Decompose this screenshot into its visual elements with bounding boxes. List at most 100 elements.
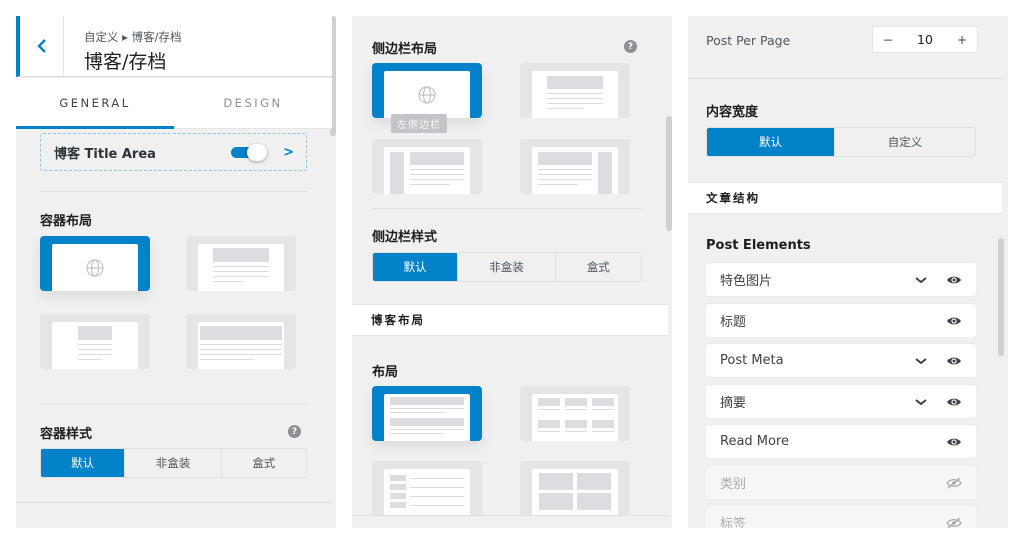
sidebar-style-default[interactable]: 默认	[373, 253, 459, 281]
blog-layout-option-thumbnail-list[interactable]	[372, 461, 482, 516]
page-title: 博客/存档	[84, 51, 167, 73]
sidebar-style-boxed[interactable]: 盒式	[556, 253, 641, 281]
chevron-down-icon[interactable]	[914, 397, 928, 407]
layout-option-wide[interactable]	[186, 314, 296, 369]
panel-scrollbar[interactable]	[998, 238, 1004, 356]
blog-layout-option-list[interactable]	[372, 386, 482, 441]
divider	[40, 404, 307, 405]
content-width-selector: 默认 自定义	[706, 127, 976, 157]
divider	[16, 502, 332, 503]
post-element-label: Read More	[720, 434, 790, 449]
option-preview	[532, 469, 618, 516]
post-element-label: Post Meta	[720, 353, 784, 368]
sidebar-layout-title: 侧边栏布局	[372, 42, 438, 57]
chevron-right-icon[interactable]: >	[283, 145, 294, 160]
option-preview	[384, 71, 470, 118]
option-preview	[52, 244, 138, 291]
breadcrumb: 自定义 ▸ 博客/存档	[84, 30, 182, 44]
divider	[40, 191, 307, 192]
layout-title: 布局	[372, 365, 399, 380]
content-width-title: 内容宽度	[706, 105, 759, 120]
back-button[interactable]	[20, 16, 64, 76]
tab-design[interactable]: DESIGN	[174, 78, 332, 128]
sidebar-option-no-sidebar[interactable]	[520, 63, 630, 118]
post-element-item[interactable]: Post Meta	[706, 344, 976, 377]
post-element-item[interactable]: 类别	[706, 466, 976, 499]
sidebar-option-right[interactable]	[520, 139, 630, 194]
panel-scrollbar[interactable]	[666, 116, 672, 231]
post-elements-title: Post Elements	[706, 238, 811, 253]
option-preview	[532, 147, 618, 194]
chevron-down-icon[interactable]	[914, 275, 928, 285]
option-preview	[384, 147, 470, 194]
container-layout-title: 容器布局	[40, 214, 93, 229]
post-element-label: 类别	[720, 477, 747, 492]
option-preview	[384, 469, 470, 516]
blog-layout-section-header[interactable]: 博客布局	[352, 304, 668, 336]
option-preview	[532, 71, 618, 118]
tab-bar: GENERAL DESIGN	[16, 78, 332, 129]
post-structure-section-header[interactable]: 文章结构	[688, 182, 1002, 214]
sidebar-option-default[interactable]	[372, 63, 482, 118]
toggle-knob	[247, 143, 268, 161]
content-width-custom[interactable]: 自定义	[835, 128, 975, 156]
sidebar-style-unboxed[interactable]: 非盒装	[458, 253, 556, 281]
style-option-default[interactable]: 默认	[41, 449, 126, 477]
sidebar-style-selector: 默认 非盒装 盒式	[372, 252, 642, 282]
eye-hidden-icon[interactable]	[946, 476, 962, 489]
eye-hidden-icon[interactable]	[946, 516, 962, 529]
chevron-down-icon[interactable]	[914, 356, 928, 366]
post-element-item[interactable]: 摘要	[706, 385, 976, 418]
tab-general[interactable]: GENERAL	[16, 78, 174, 129]
post-per-page-label: Post Per Page	[706, 33, 791, 48]
eye-icon[interactable]	[946, 315, 962, 327]
eye-icon[interactable]	[946, 355, 962, 367]
container-style-selector: 默认 非盒装 盒式	[40, 448, 307, 478]
globe-icon	[86, 258, 104, 277]
customizer-panel-post-settings: Post Per Page − 10 + 内容宽度 默认 自定义 文章结构 Po…	[688, 16, 1008, 528]
option-preview	[52, 322, 138, 369]
post-element-item[interactable]: 标签	[706, 506, 976, 528]
panel-header: 自定义 ▸ 博客/存档 博客/存档	[16, 16, 332, 77]
increment-button[interactable]: +	[957, 33, 967, 47]
title-area-row[interactable]: 博客 Title Area >	[40, 133, 307, 171]
option-preview	[198, 244, 284, 291]
style-option-unboxed[interactable]: 非盒装	[125, 449, 222, 477]
help-icon[interactable]: ?	[624, 40, 637, 53]
title-area-label: 博客 Title Area	[54, 146, 156, 162]
layout-option-narrow[interactable]	[40, 314, 150, 369]
style-option-boxed[interactable]: 盒式	[222, 449, 306, 477]
post-element-label: 标题	[720, 315, 747, 330]
tooltip: 左侧边栏	[391, 114, 447, 133]
post-per-page-value[interactable]: 10	[917, 32, 933, 47]
eye-icon[interactable]	[946, 274, 962, 286]
chevron-left-icon	[36, 39, 46, 53]
title-area-toggle[interactable]	[231, 143, 269, 161]
divider	[688, 78, 1002, 79]
option-preview	[198, 322, 284, 369]
divider	[372, 208, 642, 209]
content-width-default[interactable]: 默认	[707, 128, 836, 156]
decrement-button[interactable]: −	[883, 33, 893, 47]
customizer-panel-sidebar-layout: 侧边栏布局 ? 左侧边栏 侧边栏样式 默认 非盒装 盒式 博客布局 布局	[352, 16, 672, 528]
post-element-item[interactable]: 标题	[706, 304, 976, 337]
post-element-label: 标签	[720, 517, 747, 528]
post-element-label: 特色图片	[720, 274, 773, 289]
help-icon[interactable]: ?	[288, 425, 301, 438]
post-element-label: 摘要	[720, 396, 747, 411]
sidebar-style-title: 侧边栏样式	[372, 230, 438, 245]
post-per-page-stepper[interactable]: − 10 +	[872, 26, 978, 53]
eye-icon[interactable]	[946, 396, 962, 408]
post-element-item[interactable]: 特色图片	[706, 263, 976, 296]
layout-option-full-width[interactable]	[40, 236, 150, 291]
customizer-panel-blog-archive: 自定义 ▸ 博客/存档 博客/存档 GENERAL DESIGN 博客 Titl…	[16, 16, 336, 528]
divider	[352, 515, 668, 516]
option-preview	[384, 394, 470, 441]
globe-icon	[418, 85, 436, 104]
layout-option-boxed[interactable]	[186, 236, 296, 291]
post-element-item[interactable]: Read More	[706, 425, 976, 458]
eye-icon[interactable]	[946, 436, 962, 448]
blog-layout-option-grid[interactable]	[520, 386, 630, 441]
sidebar-option-left[interactable]	[372, 139, 482, 194]
blog-layout-option-cards[interactable]	[520, 461, 630, 516]
